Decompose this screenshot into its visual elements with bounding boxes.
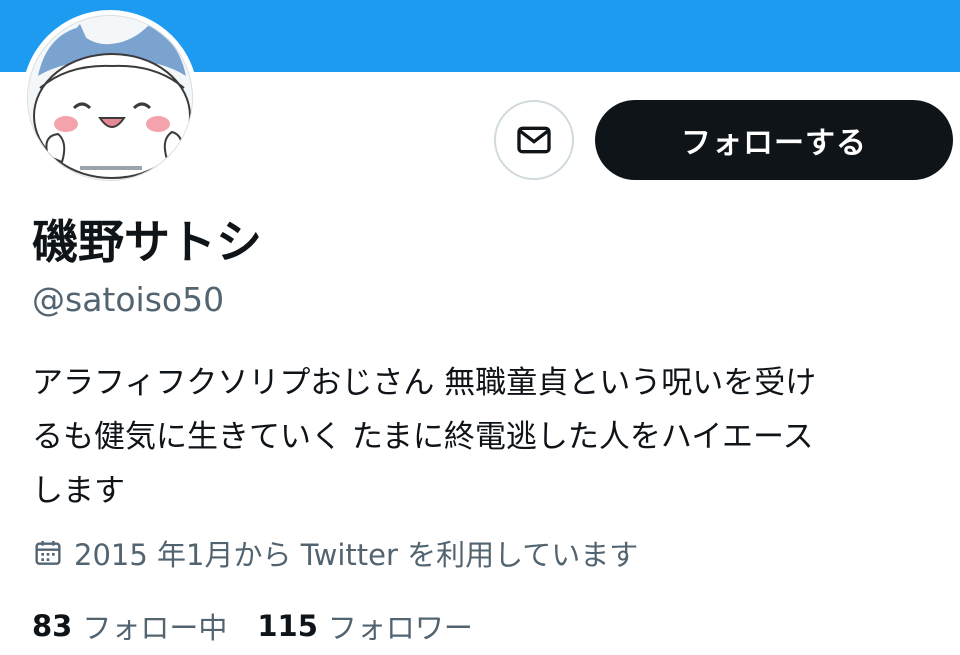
follow-button[interactable]: フォローする [595,100,953,180]
followers-link[interactable]: 115 フォロワー [257,605,473,647]
bio-line: します [32,473,125,509]
profile-name: 磯野サトシ [32,215,262,269]
following-count: 83 [32,609,73,643]
avatar-illustration [28,16,192,180]
profile-bio: アラフィフクソリプおじさん 無職童貞という呪いを受け るも健気に生きていく たま… [32,356,932,518]
followers-label: フォロワー [327,611,473,645]
joined-text: 2015 年1月から Twitter を利用しています [74,538,639,572]
bio-line: るも健気に生きていく たまに終電逃した人をハイエース [32,419,814,455]
follow-stats: 83 フォロー中 115 フォロワー [32,606,503,646]
message-button[interactable] [494,100,574,180]
following-label: フォロー中 [82,611,228,645]
avatar-ring [22,10,198,186]
following-link[interactable]: 83 フォロー中 [32,605,227,647]
envelope-icon [517,126,551,154]
avatar[interactable] [27,15,193,181]
joined-date: 2015 年1月から Twitter を利用しています [32,533,638,573]
calendar-icon [35,541,61,565]
profile-handle: @satoiso50 [32,280,225,319]
bio-line: アラフィフクソリプおじさん 無職童貞という呪いを受け [32,365,817,401]
followers-count: 115 [257,609,318,643]
